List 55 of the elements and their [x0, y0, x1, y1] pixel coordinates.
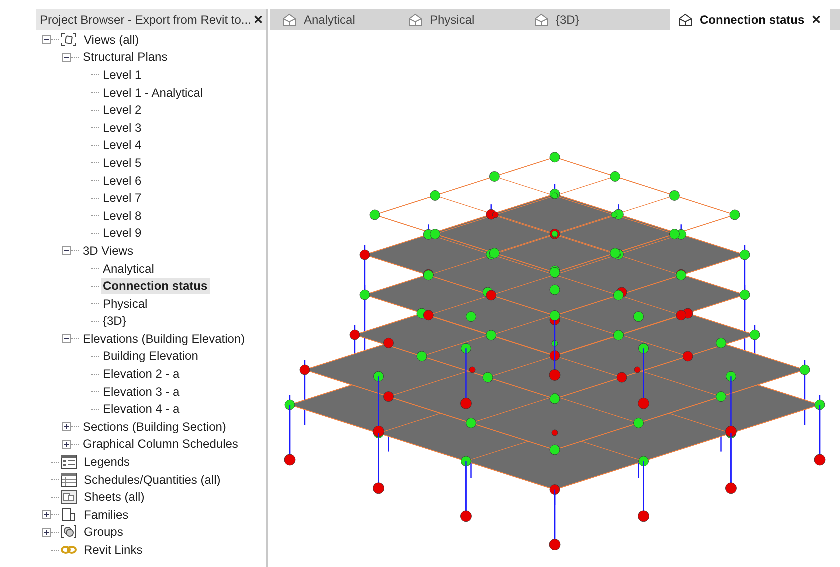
tree-item[interactable]: Level 2	[101, 102, 144, 118]
tree-item[interactable]: Level 9	[101, 225, 144, 242]
collapse-toggle[interactable]	[62, 334, 71, 344]
group-icon	[61, 525, 77, 540]
house-icon	[282, 12, 297, 26]
tree-item[interactable]: 3D Views	[81, 242, 136, 259]
tree-item[interactable]: Groups	[82, 524, 126, 540]
view-tab[interactable]: Physical	[400, 9, 526, 30]
house-icon	[534, 12, 549, 26]
view-tab[interactable]: Analytical	[274, 9, 400, 30]
tree-item[interactable]: Structural Plans	[81, 49, 170, 66]
tree-item[interactable]: Level 7	[101, 190, 144, 206]
house-icon	[408, 12, 423, 26]
tree-item[interactable]: Revit Links	[82, 542, 145, 558]
tree-item[interactable]: Level 4	[101, 137, 144, 154]
tree-item[interactable]: Families	[82, 506, 131, 523]
tree-item[interactable]: Graphical Column Schedules	[81, 436, 240, 452]
tree-item[interactable]: Building Elevation	[101, 348, 200, 364]
family-icon	[61, 508, 77, 522]
tree-item[interactable]: Sheets (all)	[82, 489, 147, 506]
schedule-icon	[61, 472, 77, 487]
tree-item[interactable]: Elevations (Building Elevation)	[81, 330, 248, 347]
house-icon	[678, 12, 693, 26]
tree-item[interactable]: Level 1	[101, 66, 144, 83]
tree-item[interactable]: Physical	[101, 296, 150, 312]
close-button[interactable]: ✕	[251, 12, 266, 26]
expand-toggle[interactable]	[62, 422, 71, 432]
tree-item[interactable]: Elevation 2 - a	[101, 366, 182, 382]
views-icon	[61, 32, 77, 47]
collapse-toggle[interactable]	[62, 52, 71, 62]
tree-item[interactable]: Connection status	[101, 278, 210, 294]
tree-item[interactable]: Level 8	[101, 208, 144, 224]
tree-item[interactable]: Level 1 - Analytical	[101, 84, 206, 101]
tree-item[interactable]: Sections (Building Section)	[81, 418, 228, 435]
expand-toggle[interactable]	[42, 510, 51, 520]
view-tab[interactable]: {3D}	[526, 9, 652, 30]
expand-toggle[interactable]	[42, 528, 51, 537]
tree-item[interactable]: Analytical	[101, 260, 156, 277]
close-tab-button[interactable]: ✕	[812, 12, 822, 26]
sheet-icon	[61, 490, 77, 504]
tree-item[interactable]: Elevation 3 - a	[101, 384, 182, 400]
expand-toggle[interactable]	[62, 440, 71, 449]
legend-icon	[61, 455, 77, 470]
tree-item[interactable]: {3D}	[101, 313, 128, 330]
collapse-toggle[interactable]	[62, 246, 71, 256]
tree-item[interactable]: Level 6	[101, 172, 144, 189]
tree-item[interactable]: Legends	[82, 454, 132, 470]
tree-item[interactable]: Level 5	[101, 154, 144, 171]
view-tab[interactable]: Connection status ✕	[670, 9, 830, 30]
tree-item[interactable]: Schedules/Quantities (all)	[82, 472, 223, 488]
tree-item[interactable]: Level 3	[101, 120, 144, 136]
tree-item[interactable]: Elevation 4 - a	[101, 401, 182, 418]
collapse-toggle[interactable]	[42, 35, 51, 44]
tree-item[interactable]: Views (all)	[82, 32, 142, 48]
panel-title: Project Browser - Export from Revit to...	[40, 12, 252, 26]
